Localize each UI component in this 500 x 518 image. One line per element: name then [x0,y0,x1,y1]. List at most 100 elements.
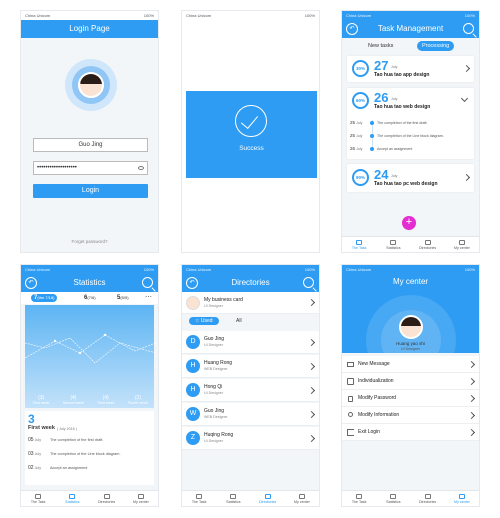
contact-row[interactable]: D Guo Jing UI Designer [182,331,319,354]
dot-icon [370,134,374,138]
more-icon[interactable]: ⋯ [145,293,152,301]
date-chip[interactable]: 5(5/5) [117,295,129,301]
contact-initial: W [186,407,200,421]
contact-initial: H [186,359,200,373]
tab-bar: The Task Statistics Directories My cente… [342,236,479,252]
back-icon[interactable]: ↶ [25,277,37,289]
tab-new-tasks[interactable]: New tasks [368,43,393,49]
menu-exit-login[interactable]: Exit Login [342,424,479,441]
status-bar: China Unicom 100% [21,265,158,274]
shirt-icon [347,378,354,385]
segment-control: ☆ Used All [182,317,319,327]
contact-row[interactable]: W Guo Jing WEB Designer [182,403,319,426]
contact-initial: D [186,335,200,349]
tab-the-task[interactable]: The Task [21,491,55,506]
business-card-row[interactable]: My business card UI Designer [182,292,319,314]
tab-my-center[interactable]: My center [285,491,319,506]
timeline-step: 26 July Accept an assignment [350,146,413,151]
menu-new-message[interactable]: New Message [342,356,479,373]
exit-icon [347,429,354,436]
tab-the-task[interactable]: The Task [182,491,216,506]
log-row: 02 July Accept an assignment [28,465,88,471]
chevron-right-icon[interactable] [462,173,471,182]
tab-bar: The Task Statistics Directories My cente… [21,490,158,506]
task-card[interactable]: 30% 27 July Tao hua tao app design [347,56,474,82]
check-circle-icon [235,105,267,137]
tab-my-center[interactable]: My center [124,491,158,506]
contact-row[interactable]: Z Huqing Rong UI Designer [182,427,319,450]
tab-bar: The Task Statistics Directories My cente… [182,490,319,506]
profile-header: China Unicom 100% My center Huang yao shi… [342,265,479,353]
tab-directories[interactable]: Directories [411,237,445,252]
search-icon[interactable] [463,23,474,34]
tab-the-task[interactable]: The Task [342,237,376,252]
contact-row[interactable]: H Huang Rong WEB Designer [182,355,319,378]
contact-row[interactable]: H Hong Qi UI Designer [182,379,319,402]
statistics-chart: (3) First week (4) Second week (4) Third we… [25,305,156,408]
user-icon [348,412,353,417]
password-field[interactable]: ••••••••••••••••••• [33,161,148,175]
chevron-right-icon [307,434,316,443]
menu-modify-password[interactable]: Modify Password [342,390,479,407]
tab-my-center[interactable]: My center [445,491,479,506]
dot-icon [370,147,374,151]
back-icon[interactable]: ↶ [346,23,358,35]
week-summary: (3) First week (4) Second week (4) Third we… [25,395,154,405]
status-bar: China Unicom 100% [342,11,479,20]
tab-processing[interactable]: Processing [417,41,455,51]
tab-statistics[interactable]: Statistics [376,491,410,506]
week-stat: (3) First week [32,395,50,405]
success-screen: China Unicom 100% Success [181,10,320,253]
segment-used[interactable]: ☆ Used [189,317,219,325]
page-title: My center [392,277,429,286]
chevron-down-icon[interactable] [460,94,469,103]
avatar [186,296,200,310]
tab-statistics[interactable]: Statistics [55,491,89,506]
tab-the-task[interactable]: The Task [342,491,376,506]
menu-modify-information[interactable]: Modify Information [342,407,479,424]
login-screen: China Unicom 100% Login Page Guo Jing •••… [20,10,159,253]
contact-initial: Z [186,431,200,445]
chevron-right-icon [307,362,316,371]
week-stat: (2) Fourth week [127,395,148,405]
tab-directories[interactable]: Directories [251,491,285,506]
date-chip[interactable]: 6(7/6) [84,295,96,301]
avatar [65,59,117,111]
dot-icon [370,121,374,125]
directories-screen: China Unicom 100% ↶ Directories My busines… [181,264,320,507]
eye-icon[interactable] [138,166,144,170]
page-title: Login Page [21,20,158,38]
chevron-right-icon [467,360,476,369]
chevron-right-icon[interactable] [462,64,471,73]
search-icon[interactable] [142,277,153,288]
add-task-button[interactable]: + [402,216,416,230]
back-icon[interactable]: ↶ [186,277,198,289]
forgot-password-link[interactable]: Forget password? [21,239,158,244]
task-card[interactable]: 90% 24 July Tao hua tao pc web design [347,164,474,192]
tab-statistics[interactable]: Statistics [376,237,410,252]
success-label: Success [239,145,264,152]
chevron-right-icon [467,411,476,420]
chevron-right-icon [307,298,316,307]
login-button[interactable]: Login [33,184,148,198]
menu-individualization[interactable]: Individualization [342,373,479,390]
week-detail: 3 First week ( July 2016 ) 05 July The co… [25,411,154,485]
tab-directories[interactable]: Directories [411,491,445,506]
tab-my-center[interactable]: My center [445,237,479,252]
username-field[interactable]: Guo Jing [33,138,148,152]
statistics-screen: China Unicom 100% ↶ Statistics 7(the 7/18)… [20,264,159,507]
header: ↶ Task Management [342,20,479,38]
date-selector: 7(the 7/18) 6(7/6) 5(5/5) ⋯ [21,292,158,304]
task-card-expanded[interactable]: 60% 26 July Tao hua tao web design 25 Ju… [347,88,474,159]
segment-all[interactable]: All [236,318,242,324]
tab-statistics[interactable]: Statistics [216,491,250,506]
week-stat: (4) Third week [96,395,115,405]
avatar[interactable] [399,315,423,339]
date-chip-active[interactable]: 7(the 7/18) [31,294,58,302]
search-icon[interactable] [303,277,314,288]
header: ↶ Directories [182,274,319,292]
tab-directories[interactable]: Directories [90,491,124,506]
chevron-right-icon [307,386,316,395]
status-bar: China Unicom 100% [182,11,319,20]
success-panel: Success [186,91,317,178]
